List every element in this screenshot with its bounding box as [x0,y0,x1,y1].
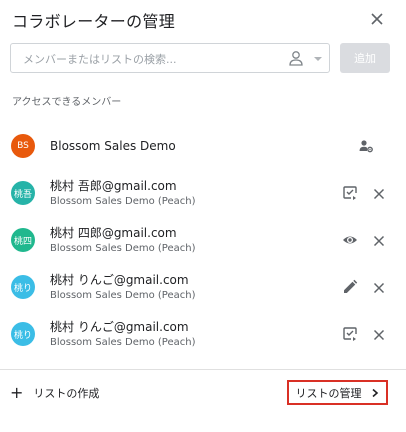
search-input[interactable] [21,50,285,68]
avatar: 桃り [11,275,35,299]
member-row: 桃吾 桃村 吾郎@gmail.com Blossom Sales Demo (P… [0,172,406,216]
view-icon[interactable] [341,231,359,249]
add-button[interactable]: 追加 [340,43,390,73]
member-organization: Blossom Sales Demo (Peach) [50,337,196,348]
manage-list-button[interactable]: リストの管理 [287,380,388,405]
close-icon[interactable] [368,10,386,28]
member-type-dropdown[interactable] [287,50,327,68]
avatar: 桃り [11,322,35,346]
member-organization: Blossom Sales Demo (Peach) [50,290,196,301]
member-row: BS Blossom Sales Demo [0,125,406,169]
remove-member-icon[interactable] [371,280,387,296]
person-icon [289,51,303,66]
avatar: 桃四 [11,228,35,252]
member-name: 桃村 りんご@gmail.com [50,320,189,334]
member-name: 桃村 吾郎@gmail.com [50,179,177,193]
review-icon[interactable] [341,325,359,343]
review-icon[interactable] [341,184,359,202]
dialog-title: コラボレーターの管理 [12,12,176,31]
member-organization: Blossom Sales Demo (Peach) [50,243,196,254]
member-organization: Blossom Sales Demo (Peach) [50,196,196,207]
plus-icon: + [10,383,24,402]
avatar: 桃吾 [11,181,35,205]
section-label: アクセスできるメンバー [12,97,122,108]
manage-members-icon[interactable] [357,137,375,155]
create-list-label: リストの作成 [33,387,100,400]
search-field [10,43,330,73]
remove-member-icon[interactable] [371,186,387,202]
manage-list-label: リストの管理 [295,386,362,400]
edit-icon[interactable] [341,278,359,296]
member-name: 桃村 四郎@gmail.com [50,226,177,240]
member-name: 桃村 りんご@gmail.com [50,273,189,287]
remove-member-icon[interactable] [371,327,387,343]
footer-divider [0,369,406,370]
member-row: 桃四 桃村 四郎@gmail.com Blossom Sales Demo (P… [0,219,406,263]
member-row: 桃り 桃村 りんご@gmail.com Blossom Sales Demo (… [0,266,406,310]
member-row: 桃り 桃村 りんご@gmail.com Blossom Sales Demo (… [0,313,406,357]
remove-member-icon[interactable] [371,233,387,249]
avatar: BS [11,134,35,158]
member-name: Blossom Sales Demo [50,139,176,153]
chevron-right-icon [370,388,380,398]
chevron-down-icon [314,57,322,61]
create-list-button[interactable]: + リストの作成 [10,383,99,403]
